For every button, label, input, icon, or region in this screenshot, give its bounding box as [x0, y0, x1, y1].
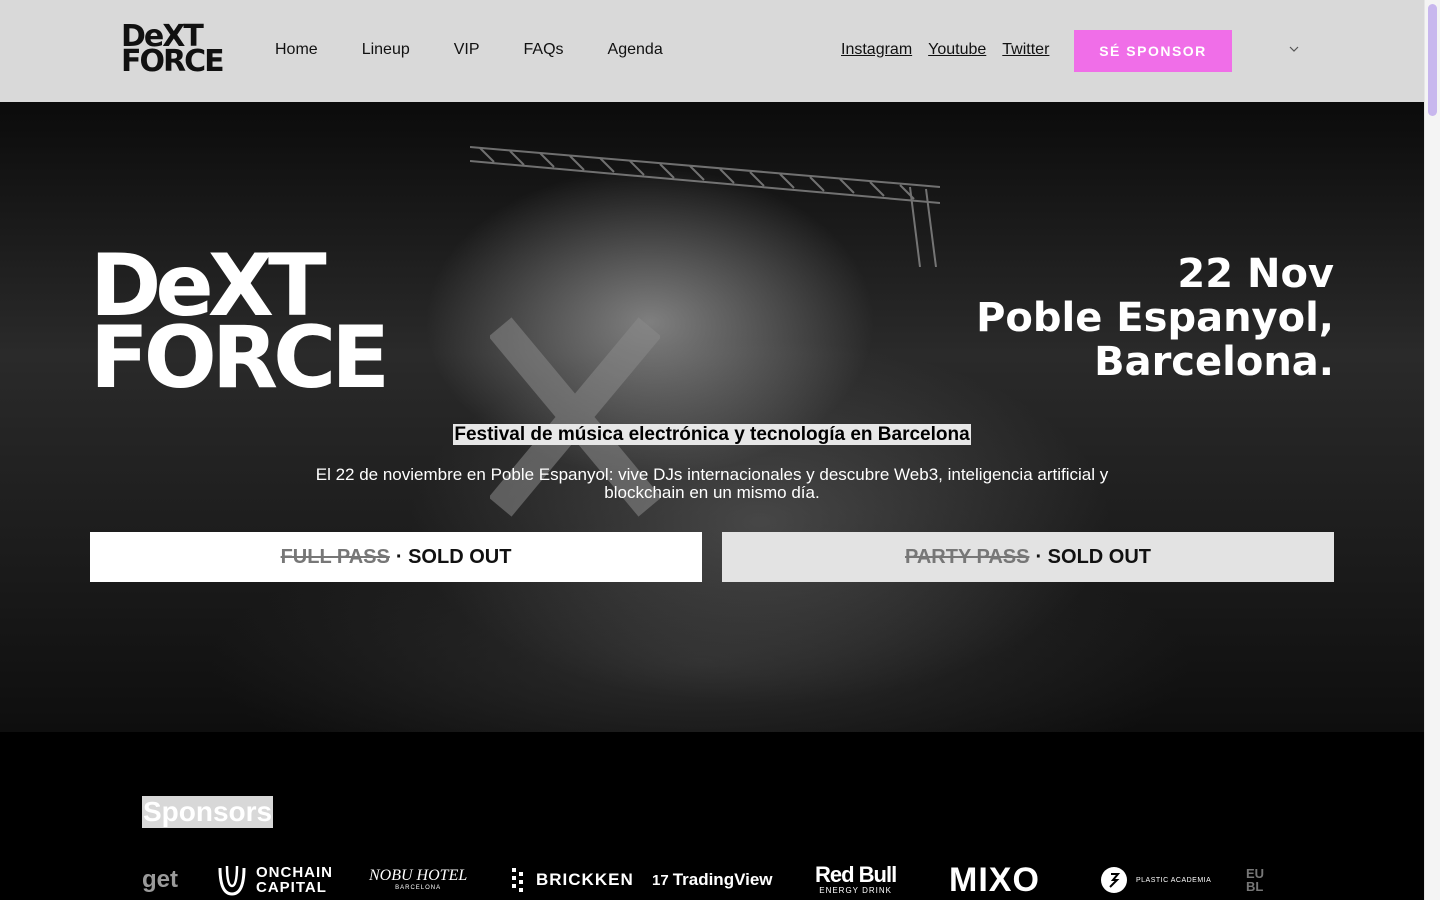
nav-lineup[interactable]: Lineup	[362, 40, 410, 60]
sponsor-logo-eu[interactable]: EU BL	[1246, 860, 1264, 900]
hero-tagline: Festival de música electrónica y tecnolo…	[0, 424, 1424, 446]
instagram-link[interactable]: Instagram	[841, 40, 912, 60]
hero-description: El 22 de noviembre en Poble Espanyol: vi…	[315, 465, 1109, 502]
plastic-academia-mark-icon	[1101, 867, 1127, 893]
tradingview-mark-icon: 17	[652, 871, 669, 889]
sponsor-redbull-sub: ENERGY DRINK	[819, 886, 892, 895]
party-pass-name: PARTY PASS	[904, 545, 1030, 568]
sponsor-button[interactable]: SÉ SPONSOR	[1074, 30, 1232, 72]
full-pass-status: · SOLD OUT	[395, 545, 512, 568]
sponsor-onchain-name: ONCHAIN	[256, 864, 333, 881]
hero-logo-line-2: FORCE	[90, 308, 390, 408]
sponsor-mixo-name: MIXO	[949, 860, 1040, 899]
event-date: 22 Nov	[1177, 251, 1334, 297]
logo-line-2: FORCE	[121, 44, 225, 79]
main-nav: Home Lineup VIP FAQs Agenda	[275, 40, 707, 60]
party-pass-status: · SOLD OUT	[1035, 545, 1152, 568]
hero-section: DeXT FORCE 22 Nov Poble Espanyol, Barcel…	[0, 102, 1424, 732]
sponsor-get-name: get	[142, 866, 178, 893]
sponsor-logo-plastic-academia[interactable]: PLASTIC ACADEMIA	[1100, 860, 1211, 900]
sponsor-nobu-sub: BARCELONA	[395, 885, 442, 891]
sponsor-eu-sub: BL	[1246, 879, 1264, 894]
sponsor-logo-brickken[interactable]: BRICKKEN	[510, 860, 634, 900]
sponsor-logo-redbull[interactable]: Red Bull ENERGY DRINK	[815, 860, 897, 900]
hero-tagline-text: Festival de música electrónica y tecnolo…	[453, 424, 971, 445]
sponsor-logo-tradingview[interactable]: 17 TradingView	[652, 860, 773, 900]
full-pass-button[interactable]: FULL PASS · SOLD OUT	[90, 532, 702, 582]
sponsor-plastic-academia-name: PLASTIC ACADEMIA	[1136, 876, 1212, 884]
sponsor-redbull-name: Red Bull	[815, 862, 897, 887]
sponsor-logo-onchain[interactable]: ONCHAIN CAPITAL	[216, 860, 333, 900]
sponsor-logo-mixo[interactable]: MIXO	[949, 860, 1040, 900]
sponsor-onchain-sub: CAPITAL	[256, 879, 327, 896]
event-venue-line-2: Barcelona.	[1094, 339, 1334, 385]
stage-truss-image	[470, 146, 940, 267]
sponsor-nobu-name: NOBU HOTEL	[369, 867, 468, 884]
event-venue-line-1: Poble Espanyol,	[976, 295, 1334, 341]
sponsor-logo-nobu[interactable]: NOBU HOTEL BARCELONA	[369, 860, 467, 900]
site-logo[interactable]: DeXT FORCE	[121, 22, 237, 80]
nav-faqs[interactable]: FAQs	[524, 40, 564, 60]
event-info: 22 Nov Poble Espanyol, Barcelona.	[914, 252, 1334, 384]
nav-agenda[interactable]: Agenda	[608, 40, 663, 60]
hero-logo: DeXT FORCE	[90, 243, 390, 408]
sponsor-logos: get ONCHAIN CAPITAL NOBU HOTEL BARCELONA	[142, 860, 1282, 900]
scrollbar-thumb[interactable]	[1428, 4, 1437, 116]
sponsor-brickken-name: BRICKKEN	[536, 870, 634, 889]
twitter-link[interactable]: Twitter	[1002, 40, 1049, 60]
sponsor-tradingview-name: TradingView	[672, 870, 773, 889]
sponsor-logo-get[interactable]: get	[142, 860, 178, 900]
brickken-mark-icon	[512, 868, 523, 892]
youtube-link[interactable]: Youtube	[928, 40, 986, 60]
onchain-mark-icon	[218, 865, 246, 896]
page-scrollbar[interactable]	[1424, 0, 1440, 900]
nav-vip[interactable]: VIP	[454, 40, 480, 60]
party-pass-button[interactable]: PARTY PASS · SOLD OUT	[722, 532, 1334, 582]
sponsors-section: Sponsors get ONCHAIN CAPITAL NOBU HOTEL …	[0, 732, 1424, 900]
site-header: DeXT FORCE Home Lineup VIP FAQs Agenda I…	[0, 0, 1424, 102]
sponsors-title: Sponsors	[142, 796, 274, 828]
page: { "brand": {"logo_line1": "DeXT", "logo_…	[0, 0, 1440, 900]
full-pass-name: FULL PASS	[280, 545, 390, 568]
nav-home[interactable]: Home	[275, 40, 318, 60]
social-links: Instagram Youtube Twitter	[841, 40, 1065, 60]
chevron-down-icon[interactable]	[1288, 43, 1300, 55]
